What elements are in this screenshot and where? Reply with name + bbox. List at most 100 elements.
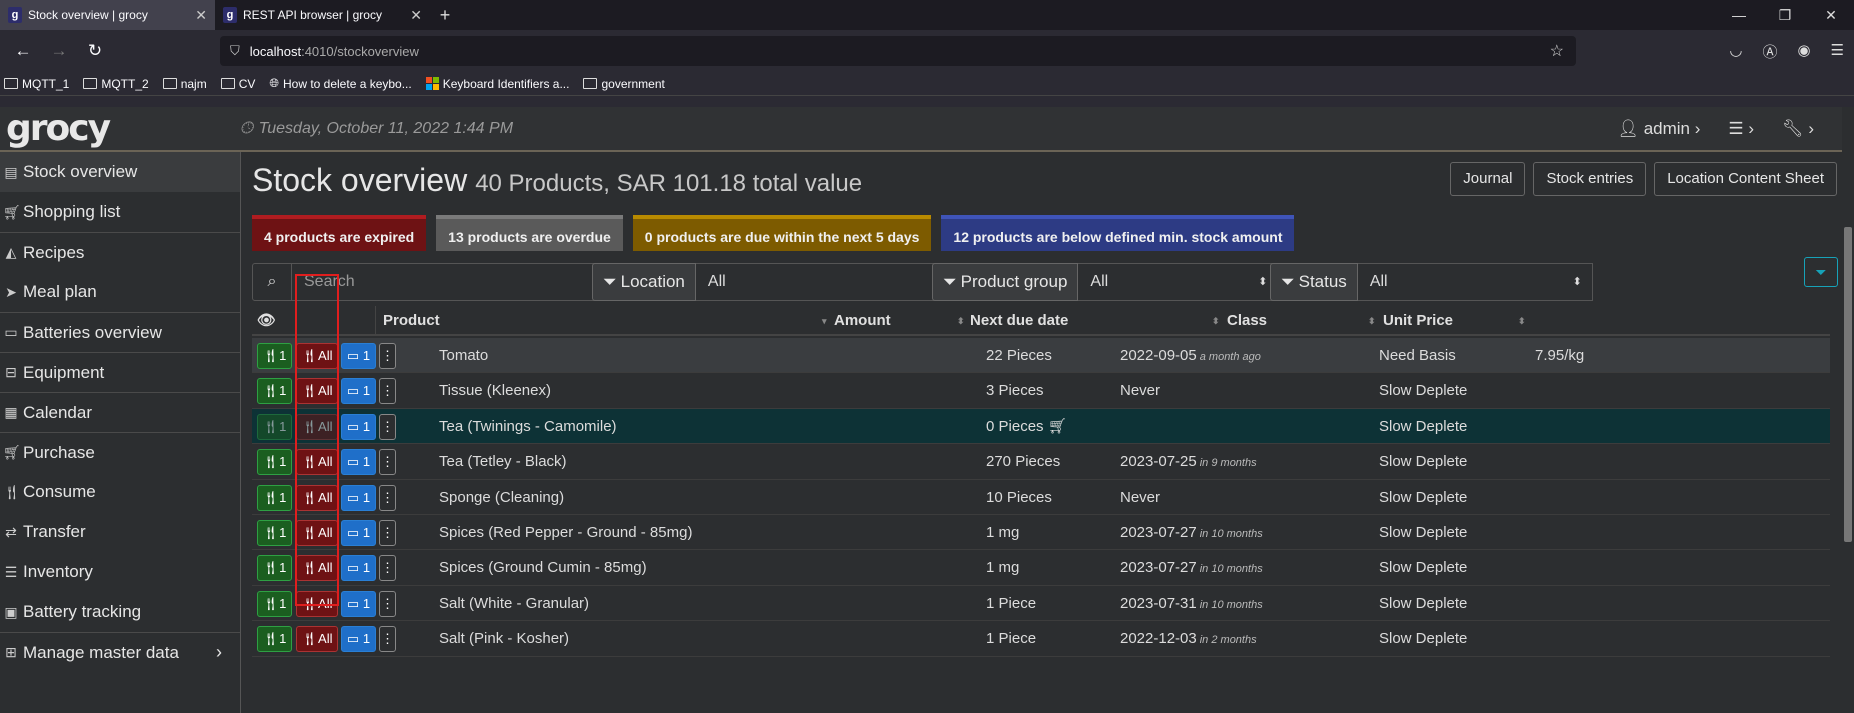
product-name[interactable]: Tissue (Kleenex) xyxy=(439,373,551,408)
product-name[interactable]: Sponge (Cleaning) xyxy=(439,480,564,515)
open-one-button[interactable]: ▭ 1 xyxy=(341,484,376,511)
table-row[interactable]: 🍴︎1 🍴︎All ▭ 1 ⋮ Sponge (Cleaning) 10 Pie… xyxy=(252,480,1830,515)
reload-icon[interactable]: ↻ xyxy=(80,41,110,61)
more-actions-button[interactable]: ⋮ xyxy=(379,519,396,546)
product-name[interactable]: Spices (Ground Cumin - 85mg) xyxy=(439,550,647,585)
consume-all-button[interactable]: 🍴︎All xyxy=(296,449,338,476)
sidebar-item-consume[interactable]: 🍴︎ Consume xyxy=(0,472,240,512)
open-one-button[interactable]: ▭ 1 xyxy=(341,413,376,440)
table-row[interactable]: 🍴︎1 🍴︎All ▭ 1 ⋮ Spices (Ground Cumin - 8… xyxy=(252,550,1830,586)
product-name[interactable]: Tomato xyxy=(439,338,488,373)
search-input[interactable]: Search xyxy=(292,263,624,301)
open-one-button[interactable]: ▭ 1 xyxy=(341,343,376,369)
consume-one-button[interactable]: 🍴︎1 xyxy=(257,343,292,369)
browser-tab-stock-overview[interactable]: g Stock overview | grocy ✕ xyxy=(0,0,215,30)
sidebar-item-transfer[interactable]: ⇄ Transfer xyxy=(0,512,240,552)
table-row[interactable]: 🍴︎1 🍴︎All ▭ 1 ⋮ Salt (Pink - Kosher) 1 P… xyxy=(252,621,1830,657)
column-product[interactable]: Product xyxy=(383,306,440,336)
status-select[interactable]: All ⬍ xyxy=(1357,263,1593,301)
close-icon[interactable]: ✕ xyxy=(195,7,207,24)
consume-all-button[interactable]: 🍴︎All xyxy=(296,378,338,405)
bookmark-keyboard-identifiers[interactable]: Keyboard Identifiers a... xyxy=(425,77,569,91)
scrollbar-thumb[interactable] xyxy=(1844,227,1852,542)
consume-all-button[interactable]: 🍴︎All xyxy=(296,413,338,440)
location-content-sheet-button[interactable]: Location Content Sheet xyxy=(1654,162,1837,196)
consume-all-button[interactable]: 🍴︎All xyxy=(296,343,338,369)
url-bar[interactable]: ⛉ localhost:4010/stockoverview ☆ xyxy=(220,36,1576,66)
product-name[interactable]: Salt (Pink - Kosher) xyxy=(439,621,569,656)
table-row[interactable]: 🍴︎1 🍴︎All ▭ 1 ⋮ Salt (White - Granular) … xyxy=(252,586,1830,622)
sidebar-item-manage-master-data[interactable]: ⊞ Manage master data › xyxy=(0,632,240,672)
journal-button[interactable]: Journal xyxy=(1450,162,1526,196)
product-group-select[interactable]: All ⬍ xyxy=(1078,263,1279,301)
consume-one-button[interactable]: 🍴︎1 xyxy=(257,590,292,617)
column-visibility-eye-icon[interactable]: 👁︎ xyxy=(257,306,276,336)
bookmark-cv[interactable]: CV xyxy=(220,77,255,91)
location-select[interactable]: All⬍ xyxy=(695,263,951,301)
consume-all-button[interactable]: 🍴︎All xyxy=(296,590,338,617)
consume-one-button[interactable]: 🍴︎1 xyxy=(257,413,292,440)
more-actions-button[interactable]: ⋮ xyxy=(379,626,396,653)
consume-one-button[interactable]: 🍴︎1 xyxy=(257,519,292,546)
table-row[interactable]: 🍴︎1 🍴︎All ▭ 1 ⋮ Tomato 22 Pieces 2022-09… xyxy=(252,338,1830,374)
pocket-icon[interactable]: ◡ xyxy=(1729,41,1742,62)
open-one-button[interactable]: ▭ 1 xyxy=(341,626,376,653)
wrench-icon[interactable]: 🔧︎ › xyxy=(1782,119,1814,139)
table-row[interactable]: 🍴︎1 🍴︎All ▭ 1 ⋮ Spices (Red Pepper - Gro… xyxy=(252,515,1830,551)
product-name[interactable]: Spices (Red Pepper - Ground - 85mg) xyxy=(439,515,692,550)
user-menu[interactable]: 👤︎ admin › xyxy=(1617,119,1700,139)
more-actions-button[interactable]: ⋮ xyxy=(379,343,396,369)
more-actions-button[interactable]: ⋮ xyxy=(379,590,396,617)
sidebar-item-battery-tracking[interactable]: ▣ Battery tracking xyxy=(0,592,240,632)
new-tab-icon[interactable]: + xyxy=(430,5,460,26)
restore-icon[interactable]: ❐ xyxy=(1762,0,1808,30)
bookmark-mqtt2[interactable]: MQTT_2 xyxy=(83,77,149,91)
due-soon-badge[interactable]: 0 products are due within the next 5 day… xyxy=(632,215,932,251)
overdue-badge[interactable]: 13 products are overdue xyxy=(436,215,623,251)
table-row[interactable]: 🍴︎1 🍴︎All ▭ 1 ⋮ Tea (Twinings - Camomile… xyxy=(252,408,1830,445)
sidebar-item-calendar[interactable]: ▦ Calendar xyxy=(0,392,240,432)
column-next-due-date[interactable]: Next due date xyxy=(970,306,1068,336)
consume-one-button[interactable]: 🍴︎1 xyxy=(257,626,292,653)
stock-entries-button[interactable]: Stock entries xyxy=(1533,162,1647,196)
settings-sliders-icon[interactable]: ☰ › xyxy=(1728,119,1754,139)
consume-all-button[interactable]: 🍴︎All xyxy=(296,519,338,546)
more-actions-button[interactable]: ⋮ xyxy=(379,555,396,582)
open-one-button[interactable]: ▭ 1 xyxy=(341,555,376,582)
sidebar-item-meal-plan[interactable]: ➤ Meal plan xyxy=(0,272,240,312)
sidebar-item-shopping-list[interactable]: 🛒︎ Shopping list xyxy=(0,192,240,232)
sidebar-item-inventory[interactable]: ☰ Inventory xyxy=(0,552,240,592)
open-one-button[interactable]: ▭ 1 xyxy=(341,449,376,476)
more-actions-button[interactable]: ⋮ xyxy=(379,484,396,511)
sidebar-item-recipes[interactable]: ◭ Recipes xyxy=(0,232,240,272)
sidebar-item-purchase[interactable]: 🛒︎ Purchase xyxy=(0,432,240,472)
column-amount[interactable]: Amount xyxy=(834,306,891,336)
menu-icon[interactable]: ☰ xyxy=(1831,41,1844,62)
below-min-stock-badge[interactable]: 12 products are below defined min. stock… xyxy=(941,215,1295,251)
sidebar-item-equipment[interactable]: ⊟ Equipment xyxy=(0,352,240,392)
close-icon[interactable]: ✕ xyxy=(410,7,422,24)
open-one-button[interactable]: ▭ 1 xyxy=(341,519,376,546)
shopping-cart-icon[interactable]: 🛒︎ xyxy=(1048,418,1067,435)
column-class[interactable]: Class xyxy=(1227,306,1267,336)
table-row[interactable]: 🍴︎1 🍴︎All ▭ 1 ⋮ Tissue (Kleenex) 3 Piece… xyxy=(252,373,1830,409)
table-row[interactable]: 🍴︎1 🍴︎All ▭ 1 ⋮ Tea (Tetley - Black) 270… xyxy=(252,444,1830,480)
profile-icon[interactable]: ◉ xyxy=(1797,41,1810,62)
close-window-icon[interactable]: ✕ xyxy=(1808,0,1854,30)
product-name[interactable]: Tea (Twinings - Camomile) xyxy=(439,409,617,444)
more-actions-button[interactable]: ⋮ xyxy=(379,449,396,476)
grocy-logo[interactable]: grocy xyxy=(0,108,240,149)
consume-one-button[interactable]: 🍴︎1 xyxy=(257,378,292,405)
bookmark-najm[interactable]: najm xyxy=(162,77,207,91)
product-name[interactable]: Tea (Tetley - Black) xyxy=(439,444,567,479)
forward-icon[interactable]: → xyxy=(44,41,74,61)
open-one-button[interactable]: ▭ 1 xyxy=(341,590,376,617)
bookmark-mqtt1[interactable]: MQTT_1 xyxy=(4,77,69,91)
consume-one-button[interactable]: 🍴︎1 xyxy=(257,449,292,476)
bookmark-star-icon[interactable]: ☆ xyxy=(1550,41,1564,61)
expired-badge[interactable]: 4 products are expired xyxy=(252,215,427,251)
column-unit-price[interactable]: Unit Price xyxy=(1383,306,1453,336)
bookmark-keyboard-delete[interactable]: 🌐︎ How to delete a keybo... xyxy=(269,76,411,91)
consume-all-button[interactable]: 🍴︎All xyxy=(296,484,338,511)
sidebar-item-stock-overview[interactable]: ▤ Stock overview xyxy=(0,152,240,192)
